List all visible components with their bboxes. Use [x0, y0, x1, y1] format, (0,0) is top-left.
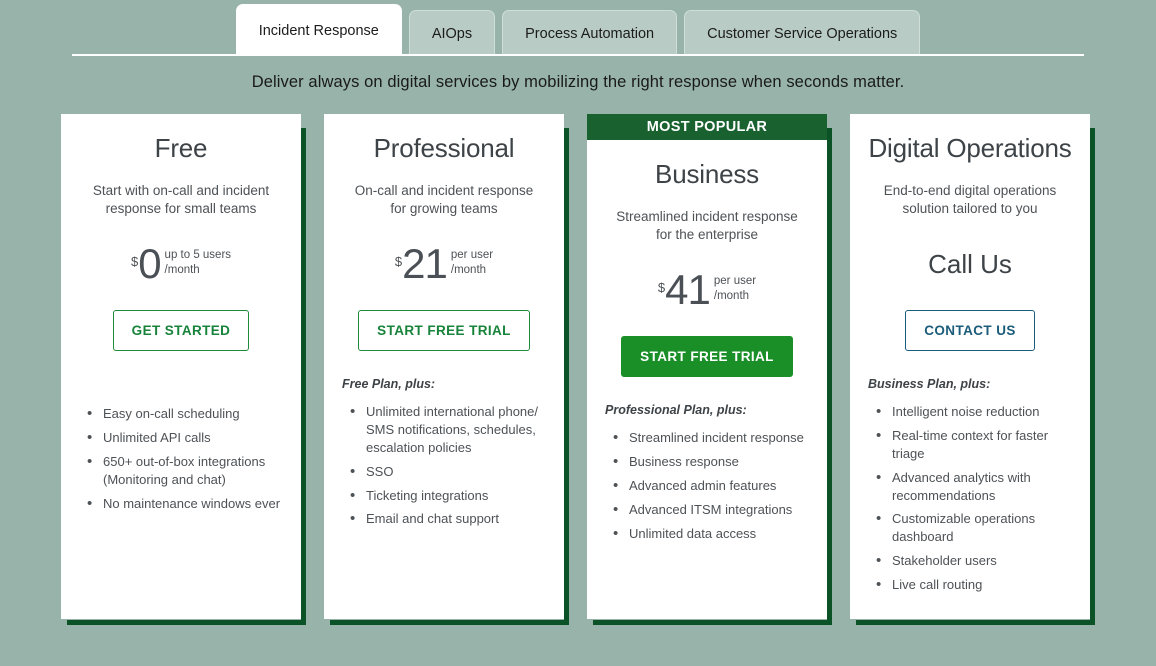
feature-item: Email and chat support [344, 509, 546, 529]
card-accent-bottom [67, 620, 306, 625]
feature-item: Live call routing [870, 575, 1072, 595]
plan-name: Digital Operations [868, 133, 1072, 163]
price-unit-line2: /month [450, 264, 487, 277]
tab-customer-service-operations[interactable]: Customer Service Operations [684, 10, 921, 56]
feature-item: 650+ out-of-box integrations (Monitoring… [81, 452, 283, 489]
price-unit-line1: per user [713, 275, 757, 288]
price-currency: $ [394, 254, 403, 270]
pricing-card-list: Free Start with on-call and incident resp… [0, 92, 1156, 625]
plan-name: Professional [373, 133, 515, 163]
plan-price-area: Call Us [868, 218, 1072, 310]
plan-description: Start with on-call and incident response… [92, 182, 270, 217]
feature-list: Unlimited international phone/ SMS notif… [342, 402, 546, 534]
feature-item: Ticketing integrations [344, 486, 546, 506]
price-currency: $ [657, 280, 666, 296]
cta-button-free[interactable]: GET STARTED [112, 310, 250, 352]
price-currency: $ [130, 254, 139, 270]
price-unit-line2: /month [164, 264, 200, 277]
feature-item: Streamlined incident response [607, 428, 809, 448]
includes-label: Free Plan, plus: [342, 377, 436, 392]
pricing-card-professional: Professional On-call and incident respons… [324, 114, 569, 625]
feature-item: Advanced admin features [607, 476, 809, 496]
plan-category-tabs: Incident Response AIOps Process Automation… [0, 0, 1156, 56]
feature-item: Customizable operations dashboard [870, 509, 1072, 546]
price-amount: 0 [138, 240, 161, 288]
pricing-card-digital-operations: Digital Operations End-to-end digital ope… [850, 114, 1095, 625]
cta-button-professional[interactable]: START FREE TRIAL [358, 310, 530, 352]
feature-item: Advanced analytics with recommendations [870, 468, 1072, 505]
price-amount: 41 [665, 266, 711, 314]
tab-underline-rule [72, 54, 1084, 56]
card-accent-right [564, 128, 569, 625]
card-body: Free Start with on-call and incident resp… [61, 114, 301, 619]
card-body: Digital Operations End-to-end digital ope… [850, 114, 1090, 619]
cta-area: START FREE TRIAL [342, 310, 546, 355]
pricing-card-business: MOST POPULAR Business Streamlined incident… [587, 114, 832, 625]
tab-incident-response[interactable]: Incident Response [235, 4, 402, 56]
feature-item: No maintenance windows ever [81, 494, 283, 514]
feature-list: Intelligent noise reduction Real-time con… [868, 402, 1072, 599]
includes-label-spacer [79, 377, 283, 393]
card-accent-right [301, 128, 306, 625]
price-unit: per user/month [714, 274, 756, 304]
plan-price-area: $41 per user/month [605, 244, 809, 336]
feature-item: Unlimited data access [607, 524, 809, 544]
feature-item: Unlimited international phone/ SMS notif… [344, 402, 546, 456]
most-popular-banner: MOST POPULAR [587, 114, 827, 140]
plan-price: $21 per user/month [394, 240, 493, 288]
feature-item: Advanced ITSM integrations [607, 500, 809, 520]
price-unit: up to 5 users/month [165, 248, 231, 278]
includes-label: Professional Plan, plus: [605, 403, 747, 418]
plan-description: End-to-end digital operations solution t… [883, 182, 1057, 217]
plan-description: Streamlined incident response for the en… [616, 208, 798, 243]
card-accent-right [827, 128, 832, 625]
plan-description: On-call and incident response for growin… [354, 182, 534, 217]
feature-item: Unlimited API calls [81, 428, 283, 448]
pricing-card-free: Free Start with on-call and incident resp… [61, 114, 306, 625]
call-us-label: Call Us [928, 248, 1012, 279]
price-unit-line1: up to 5 users [164, 249, 232, 262]
includes-label: Business Plan, plus: [868, 377, 991, 392]
plan-price: $41 per user/month [657, 266, 756, 314]
price-unit-line1: per user [450, 249, 494, 262]
feature-item: Stakeholder users [870, 551, 1072, 571]
page-tagline: Deliver always on digital services by mo… [251, 73, 905, 91]
price-amount: 21 [402, 240, 448, 288]
feature-list: Streamlined incident response Business re… [605, 428, 809, 548]
feature-item: Easy on-call scheduling [81, 404, 283, 424]
cta-area: GET STARTED [79, 310, 283, 355]
plan-name: Business [655, 159, 759, 189]
feature-item: Real-time context for faster triage [870, 426, 1072, 463]
card-body: Professional On-call and incident respons… [324, 114, 564, 619]
plan-name: Free [154, 133, 208, 163]
plan-price-area: $21 per user/month [342, 218, 546, 310]
cta-button-digital-operations[interactable]: CONTACT US [905, 310, 1035, 352]
price-unit: per user/month [451, 248, 493, 278]
plan-price: $0 up to 5 users/month [130, 240, 231, 288]
tab-aiops[interactable]: AIOps [408, 10, 496, 56]
price-unit-line2: /month [713, 290, 750, 303]
feature-list: Easy on-call scheduling Unlimited API cal… [79, 404, 283, 518]
card-body: Business Streamlined incident response fo… [587, 140, 827, 619]
cta-area: CONTACT US [868, 310, 1072, 355]
feature-item: Intelligent noise reduction [870, 402, 1072, 422]
cta-button-business[interactable]: START FREE TRIAL [621, 336, 793, 378]
card-accent-bottom [856, 620, 1095, 625]
feature-item: Business response [607, 452, 809, 472]
feature-item: SSO [344, 462, 546, 482]
card-accent-bottom [593, 620, 832, 625]
cta-area: START FREE TRIAL [605, 336, 809, 381]
card-accent-bottom [330, 620, 569, 625]
plan-price-area: $0 up to 5 users/month [79, 218, 283, 310]
tab-process-automation[interactable]: Process Automation [502, 10, 678, 56]
card-accent-right [1090, 128, 1095, 625]
